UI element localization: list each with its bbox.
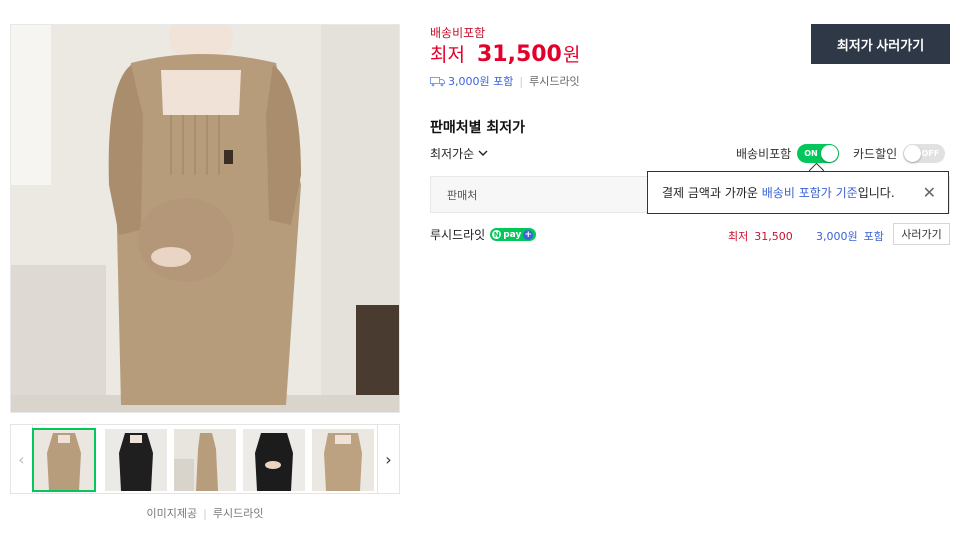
mall-name[interactable]: 루시드라잇 bbox=[529, 73, 580, 89]
row-shipping: 3,000원 포함 bbox=[816, 228, 884, 244]
shipping-tooltip: 결제 금액과 가까운 배송비 포함가 기준 입니다. ✕ bbox=[647, 171, 949, 214]
seller-name[interactable]: 루시드라잇 bbox=[430, 226, 485, 243]
row-buy-button[interactable]: 사러가기 bbox=[893, 223, 950, 245]
divider: | bbox=[519, 74, 524, 88]
lowest-price: 최저 31,500 원 bbox=[430, 40, 580, 67]
row-price: 최저 31,500 bbox=[728, 228, 793, 244]
tooltip-suffix: 입니다. bbox=[857, 186, 895, 200]
shipping-toggle[interactable]: ON bbox=[797, 144, 840, 163]
main-product-image[interactable] bbox=[10, 24, 400, 413]
chevron-down-icon bbox=[478, 150, 488, 156]
card-toggle-state: OFF bbox=[921, 149, 940, 158]
row-shipping-included: 포함 bbox=[863, 230, 884, 243]
seller-row: 루시드라잇 Npay + 최저 31,500 3,000원 포함 사러가기 bbox=[430, 222, 950, 246]
thumb-next-icon[interactable]: › bbox=[377, 425, 399, 493]
tooltip-highlight: 배송비 포함가 기준 bbox=[761, 186, 858, 200]
card-toggle[interactable]: OFF bbox=[903, 144, 946, 163]
thumb-prev-icon[interactable]: ‹ bbox=[11, 425, 33, 493]
image-provider-label: 이미지제공 bbox=[146, 507, 198, 520]
seller-name-cell: 루시드라잇 Npay + bbox=[430, 226, 537, 243]
row-price-value: 31,500 bbox=[754, 230, 793, 243]
image-provider-name: 루시드라잇 bbox=[212, 507, 264, 520]
close-icon[interactable]: ✕ bbox=[923, 183, 936, 202]
npay-n-icon: N bbox=[492, 230, 502, 239]
plus-icon: + bbox=[523, 229, 534, 240]
sort-label: 최저가순 bbox=[430, 147, 475, 161]
card-toggle-label: 카드할인 bbox=[853, 147, 898, 161]
thumbnail-5[interactable] bbox=[312, 429, 374, 491]
shipping-included-label: 배송비포함 bbox=[430, 26, 486, 40]
beige-dress-front-thumb-icon bbox=[312, 429, 374, 491]
thumbnail-strip: ‹ › bbox=[10, 424, 400, 494]
sort-dropdown[interactable]: 최저가순 bbox=[430, 145, 488, 162]
image-source: 이미지제공 | 루시드라잇 bbox=[10, 505, 400, 521]
divider: | bbox=[203, 507, 207, 520]
npay-icon: Npay + bbox=[490, 228, 537, 241]
section-title: 판매처별 최저가 bbox=[430, 120, 526, 136]
beige-dress-full-thumb-icon bbox=[174, 429, 236, 491]
row-price-label: 최저 bbox=[728, 230, 749, 243]
toggle-knob bbox=[904, 145, 922, 162]
card-toggle-row: 카드할인 OFF bbox=[853, 144, 946, 163]
toggle-knob bbox=[821, 145, 839, 162]
lowest-price-value: 31,500 bbox=[476, 42, 562, 67]
shipping-toggle-row: 배송비포함 ON bbox=[736, 144, 840, 163]
black-dress-thumb-icon bbox=[105, 429, 167, 491]
lowest-price-prefix: 최저 bbox=[430, 44, 465, 66]
shipping-fee: 3,000원 포함 bbox=[448, 75, 514, 88]
row-shipping-value: 3,000원 bbox=[816, 230, 858, 243]
maternity-dress-photo-icon bbox=[11, 25, 399, 412]
shipping-toggle-state: ON bbox=[804, 149, 818, 158]
thumbnail-3[interactable] bbox=[174, 429, 236, 491]
beige-dress-thumb-icon bbox=[33, 429, 95, 491]
thumbnail-2[interactable] bbox=[105, 429, 167, 491]
thumbnail-4[interactable] bbox=[243, 429, 305, 491]
truck-icon bbox=[430, 76, 445, 86]
shipping-toggle-label: 배송비포함 bbox=[736, 147, 792, 161]
buy-lowest-button[interactable]: 최저가 사러가기 bbox=[811, 24, 950, 64]
shipping-info: 3,000원 포함 | 루시드라잇 bbox=[430, 73, 580, 89]
black-dress-pregnant-thumb-icon bbox=[243, 429, 305, 491]
npay-label: pay bbox=[503, 229, 522, 240]
thumbnail-1[interactable] bbox=[32, 428, 96, 492]
header-seller: 판매처 bbox=[447, 188, 478, 202]
lowest-price-unit: 원 bbox=[562, 44, 581, 66]
tooltip-prefix: 결제 금액과 가까운 bbox=[662, 186, 762, 200]
